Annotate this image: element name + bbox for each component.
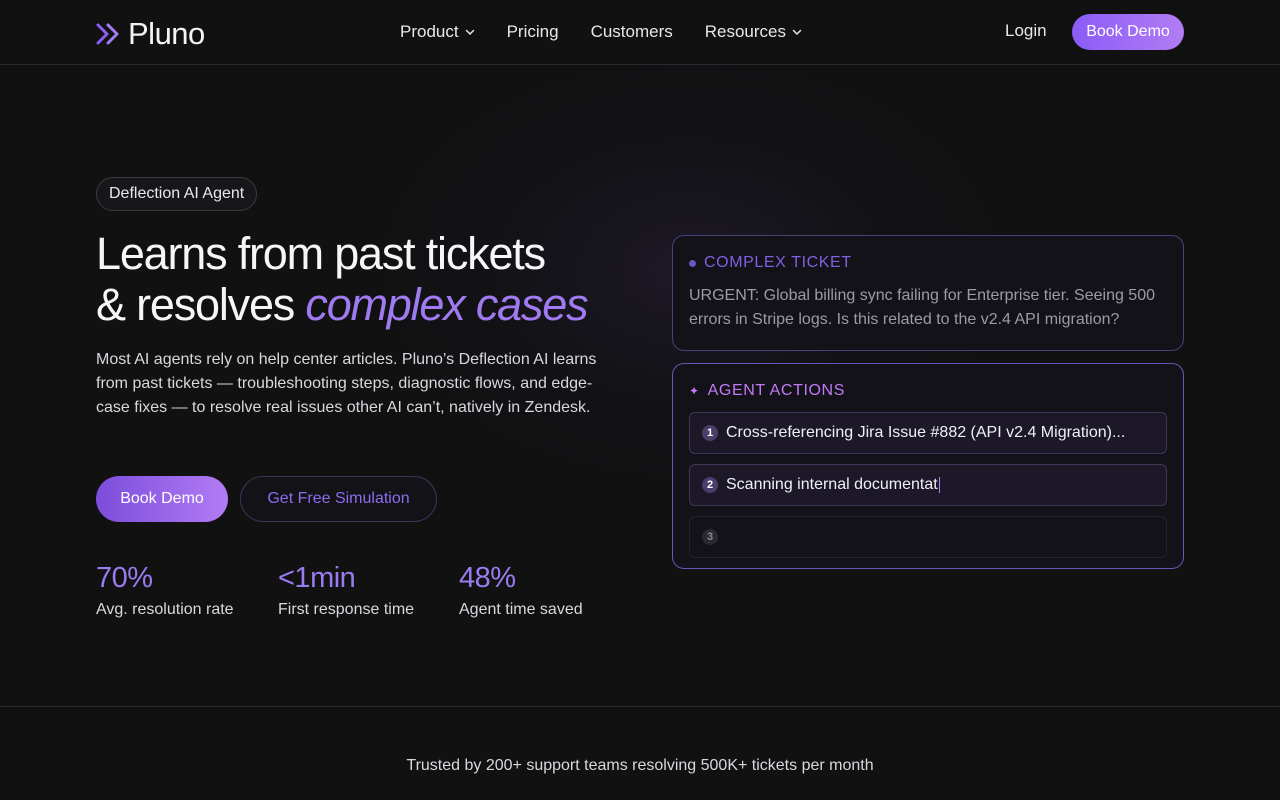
nav-link-resources[interactable]: Resources: [705, 22, 802, 42]
book-demo-nav-button[interactable]: Book Demo: [1072, 14, 1184, 50]
action-step: 2 Scanning internal documentat: [689, 464, 1167, 506]
section-divider: [0, 706, 1280, 707]
complex-ticket-card: COMPLEX TICKET URGENT: Global billing sy…: [672, 235, 1184, 351]
stat-value: <1min: [278, 562, 356, 594]
step-text-wrap: Scanning internal documentat: [726, 476, 940, 494]
actions-card-title: AGENT ACTIONS: [707, 382, 845, 399]
free-simulation-button[interactable]: Get Free Simulation: [240, 476, 437, 522]
nav-links: Product Pricing Customers Resources: [400, 0, 802, 64]
stat-label: Avg. resolution rate: [96, 601, 234, 618]
typing-cursor: [938, 476, 940, 493]
product-badge: Deflection AI Agent: [96, 177, 258, 211]
nav-link-label: Product: [400, 22, 459, 41]
brand-name: Pluno: [128, 16, 205, 51]
nav-link-label: Customers: [590, 22, 673, 41]
top-nav: Pluno Product Pricing Customers Resource…: [0, 0, 1280, 65]
login-link[interactable]: Login: [1005, 21, 1047, 41]
step-number-badge: 1: [702, 425, 718, 441]
headline-line1: Learns from past tickets: [96, 228, 546, 279]
hero-description: Most AI agents rely on help center artic…: [96, 351, 597, 416]
status-dot-icon: [689, 259, 696, 267]
headline-line2: & resolves: [96, 279, 306, 330]
headline-accent: complex cases: [305, 279, 588, 330]
trusted-by-text: Trusted by 200+ support teams resolving …: [406, 757, 874, 774]
step-text: Cross-referencing Jira Issue #882 (API v…: [726, 424, 1126, 441]
step-text: Scanning internal documentat: [726, 476, 938, 493]
sparkle-icon: ✦: [689, 384, 700, 398]
nav-link-label: Pricing: [506, 22, 559, 41]
chevron-down-icon: [792, 29, 802, 36]
ticket-card-header: COMPLEX TICKET: [689, 254, 1167, 272]
ticket-text: URGENT: Global billing sync failing for …: [689, 287, 1155, 328]
nav-link-pricing[interactable]: Pricing: [507, 22, 559, 42]
book-demo-button[interactable]: Book Demo: [96, 476, 228, 522]
brand-logo[interactable]: Pluno: [96, 16, 205, 52]
hero-headline: Learns from past tickets & resolves comp…: [96, 228, 656, 330]
step-number-badge: 2: [702, 477, 718, 493]
step-number-badge: 3: [702, 529, 718, 545]
nav-link-product[interactable]: Product: [400, 22, 475, 42]
chevron-down-icon: [465, 29, 474, 36]
ticket-card-title: COMPLEX TICKET: [704, 254, 852, 271]
stat-time-saved: 48% Agent time saved: [459, 562, 583, 619]
nav-link-label: Resources: [704, 22, 787, 41]
agent-actions-card: ✦ AGENT ACTIONS 1 Cross-referencing Jira…: [672, 363, 1184, 569]
nav-link-customers[interactable]: Customers: [591, 22, 673, 42]
stat-label: Agent time saved: [459, 601, 583, 618]
action-step-pending: 3: [689, 516, 1167, 558]
action-step: 1 Cross-referencing Jira Issue #882 (API…: [689, 412, 1167, 454]
stat-first-response: <1min First response time: [278, 562, 414, 619]
stat-label: First response time: [278, 601, 415, 618]
stat-resolution-rate: 70% Avg. resolution rate: [96, 562, 234, 619]
stat-value: 48%: [459, 562, 516, 594]
stat-value: 70%: [96, 562, 153, 594]
double-chevron-logo-icon: [96, 23, 119, 45]
actions-card-header: ✦ AGENT ACTIONS: [689, 382, 1167, 400]
